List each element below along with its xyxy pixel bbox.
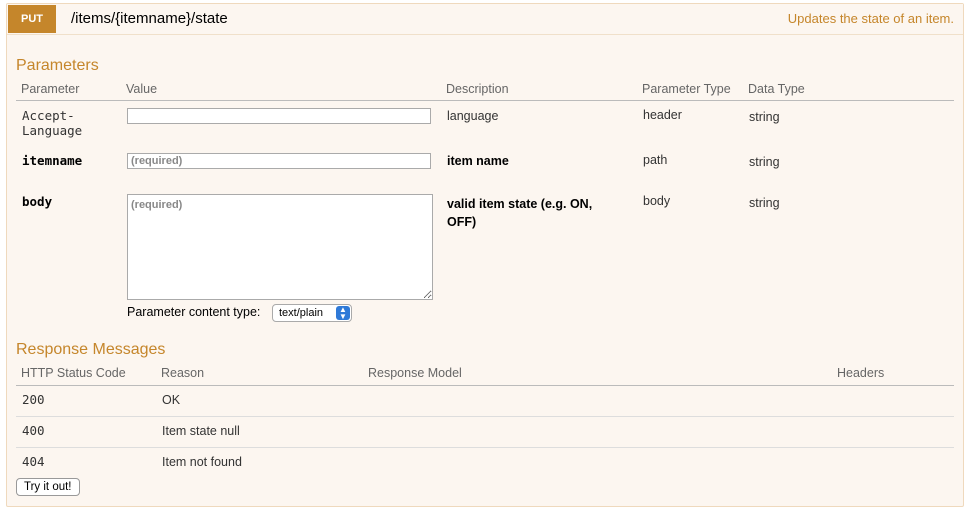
resp-col-status-code: HTTP Status Code [21,366,126,380]
body-textarea[interactable] [127,194,433,300]
param-col-parameter-type: Parameter Type [642,82,731,96]
param-name-accept-language: Accept- Language [22,108,82,138]
itemname-input[interactable] [127,153,431,169]
param-col-description: Description [446,82,509,96]
param-data-type: string [749,196,780,210]
param-name-line: Accept- [22,108,75,123]
param-type: path [643,153,668,167]
param-col-parameter: Parameter [21,82,80,96]
content-type-select[interactable]: text/plain ▲ ▼ [272,304,352,322]
status-code: 200 [22,392,45,407]
row-divider [16,416,954,417]
status-code: 404 [22,454,45,469]
try-it-out-button[interactable]: Try it out! [16,478,80,496]
param-data-type: string [749,155,780,169]
endpoint-path[interactable]: /items/{itemname}/state [71,10,228,27]
param-name-itemname: itemname [22,153,83,168]
status-reason: Item state null [162,424,240,438]
operation-header[interactable]: PUT /items/{itemname}/state Updates the … [7,4,963,35]
param-description-line: OFF) [447,215,477,229]
param-description: language [447,109,499,123]
operation-summary[interactable]: Updates the state of an item. [788,11,954,26]
param-description-line: valid item state (e.g. ON, [447,197,593,211]
response-messages-title: Response Messages [16,341,166,358]
chevron-up-down-icon: ▲ ▼ [336,306,350,321]
content-type-label: Parameter content type: [127,305,261,319]
content-type-value: text/plain [279,307,324,319]
param-col-data-type: Data Type [748,82,805,96]
param-type: body [643,194,671,208]
param-header-divider [16,100,954,101]
parameters-title: Parameters [16,57,99,74]
param-col-value: Value [126,82,158,96]
status-code: 400 [22,423,45,438]
param-data-type: string [749,110,780,124]
param-name-line: Language [22,123,83,138]
param-description-body: valid item state (e.g. ON, OFF) [447,195,592,231]
param-name-body: body [22,194,53,209]
resp-col-headers: Headers [837,366,885,380]
param-type: header [643,108,682,122]
resp-col-reason: Reason [161,366,205,380]
row-divider [16,447,954,448]
status-reason: Item not found [162,455,242,469]
status-reason: OK [162,393,181,407]
param-description: item name [447,154,509,168]
accept-language-input[interactable] [127,108,431,124]
resp-header-divider [16,385,954,386]
http-method-badge[interactable]: PUT [8,5,56,33]
resp-col-response-model: Response Model [368,366,462,380]
